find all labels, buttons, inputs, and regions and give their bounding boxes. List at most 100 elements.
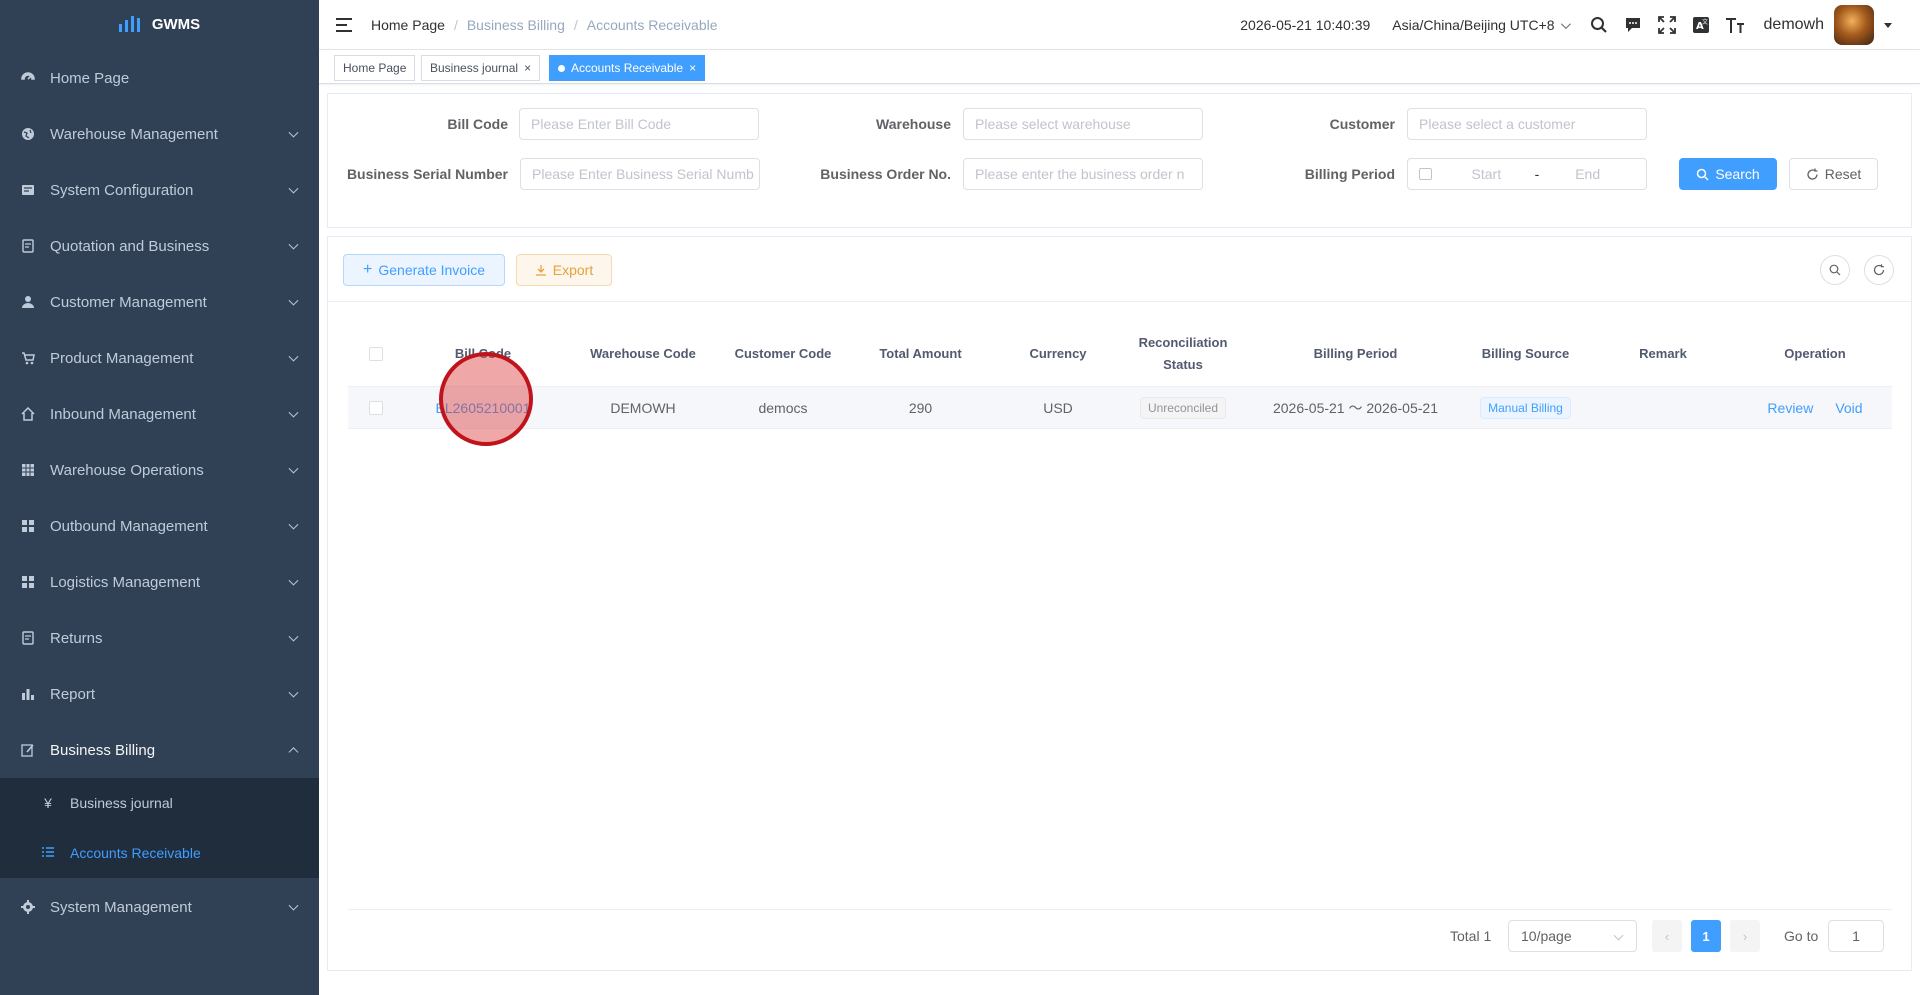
sidebar-item-accounts-receivable[interactable]: Accounts Receivable — [0, 828, 319, 878]
sidebar-item-warehouse-management[interactable]: Warehouse Management — [0, 106, 319, 162]
column-operation: Operation — [1784, 345, 1846, 361]
column-customer-code: Customer Code — [734, 345, 832, 361]
search-icon[interactable] — [1589, 15, 1609, 35]
toggle-search-button[interactable] — [1820, 255, 1850, 285]
font-size-icon[interactable] — [1725, 15, 1745, 35]
void-link[interactable]: Void — [1835, 400, 1862, 416]
tag-business-journal[interactable]: Business journal × — [421, 55, 541, 81]
pagination-total: Total 1 — [1450, 928, 1492, 944]
sidebar-item-inbound-management[interactable]: Inbound Management — [0, 386, 319, 442]
bill-code-input[interactable]: Please Enter Bill Code — [519, 108, 759, 140]
sidebar-item-customer-management[interactable]: Customer Management — [0, 274, 319, 330]
serial-number-input[interactable]: Please Enter Business Serial Numb — [520, 158, 760, 190]
goto-page-input[interactable]: 1 — [1828, 920, 1884, 952]
message-icon[interactable] — [1623, 15, 1643, 35]
logo-text: GWMS — [151, 15, 201, 33]
gear-icon — [20, 899, 36, 915]
caret-down-icon[interactable] — [1884, 22, 1892, 28]
business-order-label: Business Order No. — [820, 166, 951, 182]
warehouse-select[interactable]: Please select warehouse — [963, 108, 1203, 140]
logo[interactable]: GWMS — [0, 0, 319, 48]
total-amount-cell: 290 — [908, 399, 933, 416]
column-reconciliation-status: Reconciliation Status — [1138, 334, 1228, 372]
billing-period-picker[interactable]: Start - End — [1407, 158, 1647, 190]
column-warehouse-code: Warehouse Code — [590, 345, 696, 361]
hamburger-icon[interactable] — [336, 17, 354, 32]
avatar[interactable] — [1834, 5, 1874, 45]
results-card: + Generate Invoice Export Bill Code Ware… — [327, 236, 1912, 971]
search-button[interactable]: Search — [1679, 158, 1777, 190]
document-icon — [20, 630, 36, 646]
business-order-input[interactable]: Please enter the business order n — [963, 158, 1203, 190]
page-1-button[interactable]: 1 — [1691, 920, 1721, 952]
plus-icon: + — [363, 261, 373, 278]
column-currency: Currency — [1029, 345, 1087, 361]
table-header: Bill Code Warehouse Code Customer Code T… — [348, 321, 1892, 387]
document-icon — [20, 238, 36, 254]
period-start[interactable]: Start — [1438, 166, 1535, 182]
currency-cell: USD — [1043, 399, 1073, 416]
language-icon[interactable]: A文 — [1691, 15, 1711, 35]
column-billing-source: Billing Source — [1481, 345, 1570, 361]
close-icon[interactable]: × — [524, 61, 531, 75]
yen-icon: ¥ — [44, 795, 52, 811]
chevron-down-icon — [1560, 18, 1571, 29]
table-row[interactable]: BL2605210001 DEMOWH democs 290 USD Unrec… — [348, 387, 1892, 429]
generate-invoice-button[interactable]: + Generate Invoice — [343, 254, 505, 286]
status-badge: Unreconciled — [1139, 396, 1227, 419]
sidebar-item-home[interactable]: Home Page — [0, 50, 319, 106]
export-button[interactable]: Export — [516, 254, 612, 286]
sidebar-item-product-management[interactable]: Product Management — [0, 330, 319, 386]
breadcrumb-home[interactable]: Home Page — [371, 17, 445, 33]
sidebar-item-system-configuration[interactable]: System Configuration — [0, 162, 319, 218]
username[interactable]: demowh — [1764, 16, 1824, 34]
chevron-left-icon: ‹ — [1664, 928, 1670, 944]
review-link[interactable]: Review — [1767, 400, 1813, 416]
bill-code-link[interactable]: BL2605210001 — [436, 400, 531, 416]
bill-code-label: Bill Code — [447, 116, 508, 132]
billing-source-badge: Manual Billing — [1480, 396, 1571, 419]
reset-button[interactable]: Reset — [1789, 158, 1878, 190]
grid-icon — [20, 518, 36, 534]
column-billing-period: Billing Period — [1313, 345, 1398, 361]
next-page-button[interactable]: › — [1730, 920, 1760, 952]
timezone-select[interactable]: Asia/China/Beijing UTC+8 — [1392, 17, 1571, 33]
tag-accounts-receivable[interactable]: Accounts Receivable × — [549, 55, 706, 81]
sidebar: GWMS Home Page Warehouse Management Syst… — [0, 0, 319, 995]
sidebar-item-quotation[interactable]: Quotation and Business — [0, 218, 319, 274]
sidebar-item-report[interactable]: Report — [0, 666, 319, 722]
billing-period-label: Billing Period — [1304, 166, 1395, 182]
column-bill-code: Bill Code — [454, 345, 512, 361]
sidebar-item-business-billing[interactable]: Business Billing — [0, 722, 319, 778]
breadcrumb: Home Page / Business Billing / Accounts … — [371, 16, 718, 33]
close-icon[interactable]: × — [689, 61, 696, 75]
customer-label: Customer — [1329, 116, 1395, 132]
remark-cell — [1588, 387, 1738, 428]
column-remark: Remark — [1639, 345, 1687, 361]
select-all-checkbox[interactable] — [368, 346, 383, 361]
search-icon — [1829, 264, 1841, 276]
page-size-select[interactable]: 10/page — [1508, 920, 1637, 952]
sidebar-item-outbound-management[interactable]: Outbound Management — [0, 498, 319, 554]
breadcrumb-business-billing: Business Billing — [466, 16, 565, 33]
row-checkbox[interactable] — [368, 400, 383, 415]
sidebar-item-returns[interactable]: Returns — [0, 610, 319, 666]
config-icon — [20, 182, 36, 198]
customer-code-cell: democs — [758, 399, 808, 416]
sidebar-item-system-management[interactable]: System Management — [0, 879, 319, 935]
logo-icon — [118, 16, 140, 32]
sidebar-item-warehouse-operations[interactable]: Warehouse Operations — [0, 442, 319, 498]
globe-icon — [20, 126, 36, 142]
tag-home-page[interactable]: Home Page — [334, 55, 416, 81]
warehouse-code-cell: DEMOWH — [610, 399, 676, 416]
serial-number-label: Business Serial Number — [346, 166, 508, 182]
refresh-button[interactable] — [1864, 255, 1894, 285]
refresh-icon — [1807, 168, 1818, 180]
fullscreen-icon[interactable] — [1657, 15, 1677, 35]
sidebar-item-business-journal[interactable]: ¥ Business journal — [0, 778, 319, 828]
period-end[interactable]: End — [1539, 166, 1636, 182]
customer-select[interactable]: Please select a customer — [1407, 108, 1647, 140]
sidebar-item-logistics-management[interactable]: Logistics Management — [0, 554, 319, 610]
column-total-amount: Total Amount — [879, 345, 962, 361]
prev-page-button[interactable]: ‹ — [1652, 920, 1682, 952]
